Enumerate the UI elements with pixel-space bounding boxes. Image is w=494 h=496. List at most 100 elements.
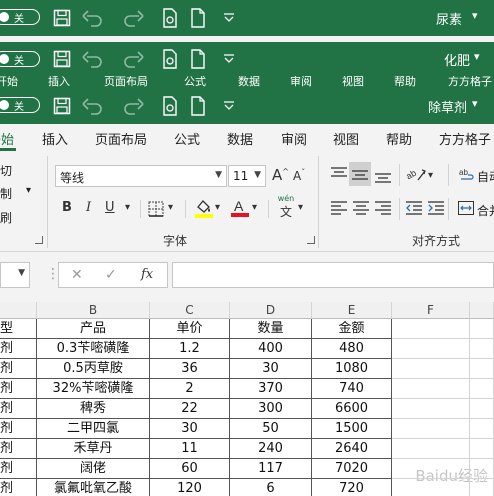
tab-home[interactable]: 开始: [0, 129, 14, 148]
table-cell[interactable]: 氯氟吡氧乙酸: [37, 479, 150, 496]
column-c-header[interactable]: C: [150, 302, 230, 319]
orientation-icon[interactable]: ab: [406, 166, 426, 182]
fill-color-dropdown-icon[interactable]: ▾: [215, 202, 220, 213]
font-color-icon[interactable]: A: [231, 197, 249, 217]
copy-dropdown-icon[interactable]: ▾: [26, 185, 31, 196]
table-cell[interactable]: [392, 399, 470, 419]
table-cell[interactable]: 480: [312, 339, 392, 359]
increase-indent-icon[interactable]: [428, 201, 444, 215]
table-cell[interactable]: 22: [150, 399, 230, 419]
table-cell[interactable]: 7020: [312, 459, 392, 479]
table-cell[interactable]: 740: [312, 379, 392, 399]
new-document-icon[interactable]: [190, 8, 206, 28]
table-cell[interactable]: 剂: [0, 359, 37, 379]
print-preview-icon[interactable]: [162, 49, 178, 69]
save-icon[interactable]: [53, 50, 71, 68]
column-b-header[interactable]: B: [37, 302, 150, 319]
title-dropdown-icon[interactable]: ▾: [474, 50, 480, 63]
autosave-toggle[interactable]: 关: [0, 97, 40, 113]
italic-button[interactable]: I: [86, 200, 91, 215]
table-cell[interactable]: 1500: [312, 419, 392, 439]
header-cell[interactable]: 单价: [150, 319, 230, 339]
table-cell[interactable]: 2: [150, 379, 230, 399]
table-cell[interactable]: 二甲四氯: [37, 419, 150, 439]
align-bottom-icon[interactable]: [375, 170, 391, 184]
table-cell[interactable]: 117: [230, 459, 312, 479]
shrink-font-button[interactable]: Aˇ: [293, 168, 305, 183]
table-cell[interactable]: 120: [150, 479, 230, 496]
table-cell[interactable]: [470, 459, 494, 479]
tab-page-layout[interactable]: 页面布局: [95, 129, 147, 148]
customize-qat-icon[interactable]: [224, 53, 234, 63]
customize-qat-icon[interactable]: [224, 100, 234, 110]
table-cell[interactable]: 300: [230, 399, 312, 419]
print-preview-icon[interactable]: [162, 96, 178, 116]
wrap-text-button[interactable]: 自动: [477, 168, 494, 185]
undo-icon[interactable]: [82, 97, 104, 115]
undo-icon[interactable]: [82, 9, 104, 27]
borders-dropdown-icon[interactable]: ▾: [168, 202, 173, 213]
table-cell[interactable]: [392, 459, 470, 479]
fill-color-icon[interactable]: [195, 198, 213, 218]
merge-center-button[interactable]: 合并: [477, 202, 494, 219]
table-cell[interactable]: [470, 339, 494, 359]
align-top-icon[interactable]: [331, 166, 347, 180]
table-cell[interactable]: 剂: [0, 419, 37, 439]
column-a-header[interactable]: [0, 302, 37, 319]
table-cell[interactable]: 2640: [312, 439, 392, 459]
column-d-header[interactable]: D: [230, 302, 312, 319]
phonetic-guide-button[interactable]: wén 文: [276, 194, 296, 220]
table-cell[interactable]: [392, 419, 470, 439]
table-cell[interactable]: 剂: [0, 479, 37, 496]
table-cell[interactable]: 400: [230, 339, 312, 359]
table-cell[interactable]: 6600: [312, 399, 392, 419]
align-center-icon[interactable]: [353, 201, 369, 215]
redo-icon[interactable]: [122, 97, 144, 115]
undo-icon[interactable]: [82, 50, 104, 68]
tab-view[interactable]: 视图: [333, 129, 359, 148]
header-cell[interactable]: [392, 319, 470, 339]
table-cell[interactable]: 禾草丹: [37, 439, 150, 459]
header-cell[interactable]: [470, 319, 494, 339]
autosave-toggle[interactable]: 关: [0, 51, 40, 67]
table-cell[interactable]: 0.5丙草胺: [37, 359, 150, 379]
table-cell[interactable]: 11: [150, 439, 230, 459]
header-cell[interactable]: 金额: [312, 319, 392, 339]
table-cell[interactable]: 6: [230, 479, 312, 496]
table-cell[interactable]: 阔佬: [37, 459, 150, 479]
bold-button[interactable]: B: [62, 200, 72, 215]
font-color-dropdown-icon[interactable]: ▾: [252, 202, 257, 213]
underline-dropdown-icon[interactable]: ▾: [125, 202, 130, 213]
font-size-combo[interactable]: 11 ▼: [228, 165, 266, 187]
table-cell[interactable]: [392, 359, 470, 379]
column-f-header[interactable]: F: [392, 302, 470, 319]
header-cell[interactable]: 型: [0, 319, 37, 339]
tab-formulas[interactable]: 公式: [174, 129, 200, 148]
cancel-icon[interactable]: ✕: [71, 267, 83, 283]
title-dropdown-icon[interactable]: ▾: [472, 9, 478, 22]
table-cell[interactable]: 30: [230, 359, 312, 379]
table-cell[interactable]: [392, 339, 470, 359]
table-cell[interactable]: 1080: [312, 359, 392, 379]
borders-icon[interactable]: [148, 201, 164, 217]
table-cell[interactable]: 剂: [0, 339, 37, 359]
table-cell[interactable]: 剂: [0, 399, 37, 419]
cut-button[interactable]: 剪切: [0, 162, 12, 179]
format-painter-button[interactable]: 格式刷: [0, 209, 12, 226]
save-icon[interactable]: [53, 9, 71, 27]
table-cell[interactable]: 1.2: [150, 339, 230, 359]
tab-review[interactable]: 审阅: [281, 129, 307, 148]
merge-center-icon[interactable]: [458, 201, 474, 215]
new-document-icon[interactable]: [190, 49, 206, 69]
header-cell[interactable]: 产品: [37, 319, 150, 339]
decrease-indent-icon[interactable]: [406, 201, 422, 215]
table-cell[interactable]: [470, 479, 494, 496]
column-g-header[interactable]: [470, 302, 494, 319]
table-cell[interactable]: 36: [150, 359, 230, 379]
table-cell[interactable]: [470, 399, 494, 419]
formula-input[interactable]: [172, 262, 494, 288]
align-middle-icon[interactable]: [352, 168, 368, 182]
table-cell[interactable]: 剂: [0, 439, 37, 459]
table-cell[interactable]: 32%苄嘧磺隆: [37, 379, 150, 399]
table-cell[interactable]: [470, 419, 494, 439]
